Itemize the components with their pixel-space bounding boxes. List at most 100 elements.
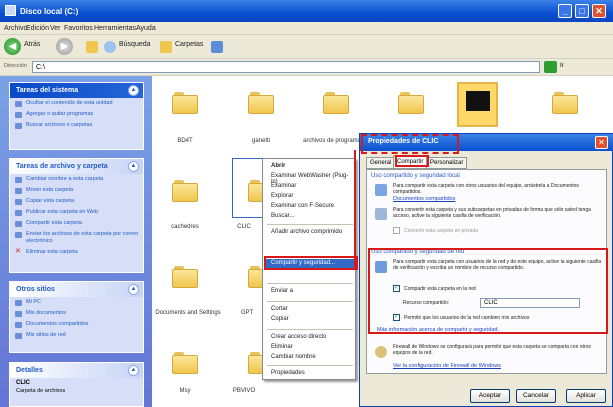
collapse-chevron-icon[interactable]: ▲ <box>128 284 139 295</box>
task-rename-folder[interactable]: Cambiar nombre a esta carpeta <box>10 174 143 185</box>
menu-favoritos[interactable]: Favoritos <box>64 25 93 32</box>
menu-item-explore[interactable]: Explorar <box>271 193 293 199</box>
menu-item-search[interactable]: Buscar... <box>271 213 294 219</box>
details-panel: Detalles ▲ CLIC Carpeta de archivos <box>9 362 144 407</box>
dialog-close-button[interactable]: ✕ <box>595 136 608 149</box>
folders-icon <box>160 41 172 53</box>
task-delete-folder[interactable]: Eliminar esta carpeta <box>10 247 143 258</box>
place-my-documents[interactable]: Mis documentos <box>10 308 143 319</box>
menu-item-fsecure[interactable]: Examinar con F-Secure <box>271 203 334 209</box>
local-share-text: Para compartir esta carpeta con otros us… <box>393 183 579 195</box>
firewall-settings-link[interactable]: Ver la configuración de Firewall de Wind… <box>393 363 501 369</box>
back-button-label[interactable]: Atrás <box>24 41 40 48</box>
minimize-button[interactable]: _ <box>558 4 572 18</box>
menu-item-properties[interactable]: Propiedades <box>271 370 305 376</box>
task-pane: Tareas del sistema ▲ Ocultar el contenid… <box>0 76 152 407</box>
highlight-dialog-title <box>361 134 459 154</box>
search-icon <box>104 41 116 53</box>
folder-icon[interactable] <box>323 92 349 114</box>
views-icon[interactable] <box>211 41 223 53</box>
menu-item-rename[interactable]: Cambiar nombre <box>271 354 316 360</box>
go-button[interactable]: Ir <box>560 63 564 69</box>
image-thumbnail-icon[interactable] <box>457 82 498 127</box>
callout-line <box>354 150 356 270</box>
file-tasks-title[interactable]: Tareas de archivo y carpeta <box>10 159 143 174</box>
private-checkbox-label: Convertir esta carpeta en privada <box>404 228 478 234</box>
go-arrow-icon[interactable] <box>544 61 557 73</box>
task-copy-folder[interactable]: Copiar esta carpeta <box>10 196 143 207</box>
folders-button[interactable]: Carpetas <box>175 41 203 48</box>
cancel-button[interactable]: Cancelar <box>516 389 556 403</box>
collapse-chevron-icon[interactable]: ▲ <box>128 85 139 96</box>
toolbar: ◀ Atrás ▶ Búsqueda Carpetas <box>0 35 613 59</box>
task-add-remove-programs[interactable]: Agregar o quitar programas <box>10 109 143 120</box>
menu-item-delete[interactable]: Eliminar <box>271 344 293 350</box>
details-title[interactable]: Detalles <box>10 363 143 378</box>
back-arrow-icon[interactable]: ◀ <box>4 38 21 55</box>
menu-item-send-to[interactable]: Enviar a <box>271 288 293 294</box>
folder-label: archivos de programa <box>302 138 362 144</box>
task-publish-folder[interactable]: Publicar esta carpeta en Web <box>10 207 143 218</box>
highlight-share-tab <box>395 155 429 167</box>
private-text: Para convertir esta carpeta y sus subcar… <box>393 207 591 219</box>
task-share-folder[interactable]: Compartir esta carpeta <box>10 218 143 229</box>
folder-label: ganetti <box>251 138 270 144</box>
task-move-folder[interactable]: Mover esta carpeta <box>10 185 143 196</box>
place-network[interactable]: Mis sitios de red <box>10 330 143 341</box>
firewall-text: Firewall de Windows se configurará para … <box>393 344 591 356</box>
folder-label: CLIC <box>237 224 251 230</box>
menu-item-add-archive[interactable]: Añadir archivo comprimido <box>271 229 342 235</box>
other-places-title[interactable]: Otros sitios <box>10 282 143 297</box>
search-button[interactable]: Búsqueda <box>119 41 151 48</box>
task-email-files[interactable]: Enviar los archivos de esta carpeta por … <box>10 229 143 247</box>
apply-button[interactable]: Aplicar <box>566 389 606 403</box>
menu-item-cut[interactable]: Cortar <box>271 306 288 312</box>
tab-customize[interactable]: Personalizar <box>426 157 468 169</box>
place-shared-documents[interactable]: Documentos compartidos <box>10 319 143 330</box>
folder-label: Msy <box>179 388 191 394</box>
properties-dialog: Propiedades de CLIC ✕ General Compartir … <box>359 133 613 407</box>
menu-bar: Archivo Edición Ver Favoritos Herramient… <box>0 22 613 35</box>
up-folder-icon[interactable] <box>86 41 98 53</box>
private-checkbox[interactable] <box>393 227 400 234</box>
ok-button[interactable]: Aceptar <box>470 389 510 403</box>
menu-edicion[interactable]: Edición <box>26 25 49 32</box>
menu-archivo[interactable]: Archivo <box>4 25 27 32</box>
details-type: Carpeta de archivos <box>16 388 66 394</box>
address-input[interactable]: C:\ <box>32 61 540 73</box>
task-hide-contents[interactable]: Ocultar el contenido de esta unidad <box>10 98 143 109</box>
folder-icon[interactable] <box>172 266 198 288</box>
folder-icon[interactable] <box>172 352 198 374</box>
address-bar: Dirección C:\ Ir <box>0 59 613 76</box>
shared-documents-link[interactable]: Documentos compartidos <box>393 196 455 202</box>
folder-icon[interactable] <box>398 92 424 114</box>
place-my-computer[interactable]: Mi PC <box>10 297 143 308</box>
forward-arrow-icon[interactable]: ▶ <box>56 38 73 55</box>
folder-icon[interactable] <box>172 92 198 114</box>
task-search-files[interactable]: Buscar archivos o carpetas <box>10 120 143 131</box>
folder-icon[interactable] <box>552 92 578 114</box>
menu-item-browse[interactable]: Examinar <box>271 183 296 189</box>
folder-icon[interactable] <box>172 180 198 202</box>
close-button[interactable]: ✕ <box>592 4 606 18</box>
address-label: Dirección <box>4 63 27 69</box>
shared-folder-icon <box>375 184 387 196</box>
menu-herramientas[interactable]: Herramientas <box>94 25 136 32</box>
collapse-chevron-icon[interactable]: ▲ <box>128 365 139 376</box>
folder-label: Documents and Settings <box>155 310 221 316</box>
menu-ver[interactable]: Ver <box>50 25 61 32</box>
collapse-chevron-icon[interactable]: ▲ <box>128 161 139 172</box>
menu-item-copy[interactable]: Copiar <box>271 316 289 322</box>
menu-separator <box>267 301 353 302</box>
system-tasks-title[interactable]: Tareas del sistema <box>10 83 143 98</box>
menu-item-create-shortcut[interactable]: Crear acceso directo <box>271 334 326 340</box>
maximize-button[interactable]: □ <box>575 4 589 18</box>
folder-label: cachedres <box>171 224 199 230</box>
folder-icon[interactable] <box>248 92 274 114</box>
menu-ayuda[interactable]: Ayuda <box>136 25 156 32</box>
menu-separator <box>267 365 353 366</box>
menu-item-open[interactable]: Abrir <box>271 163 285 169</box>
highlight-network-share <box>368 248 608 334</box>
tab-general[interactable]: General <box>366 157 396 169</box>
folder-label: PBVIVO <box>232 388 256 394</box>
